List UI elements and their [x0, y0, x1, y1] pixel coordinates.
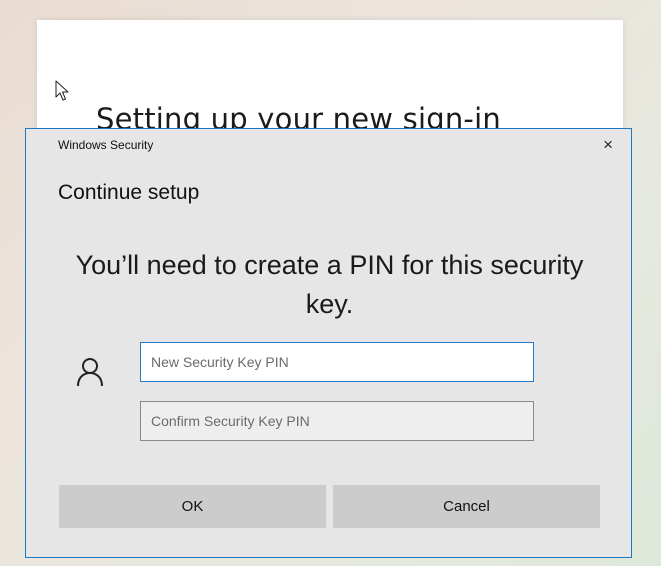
new-security-key-pin-input[interactable] [140, 342, 534, 382]
dialog-heading: Continue setup [58, 181, 200, 204]
mouse-pointer-icon [55, 80, 69, 101]
windows-security-dialog: Windows Security × Continue setup You’ll… [25, 128, 632, 558]
dialog-caption: Windows Security [58, 138, 154, 152]
confirm-security-key-pin-input[interactable] [140, 401, 534, 441]
user-icon [77, 358, 103, 387]
cancel-button[interactable]: Cancel [333, 485, 600, 528]
ok-button[interactable]: OK [59, 485, 326, 528]
close-button[interactable]: × [603, 135, 613, 155]
dialog-message: You’ll need to create a PIN for this sec… [75, 250, 584, 319]
